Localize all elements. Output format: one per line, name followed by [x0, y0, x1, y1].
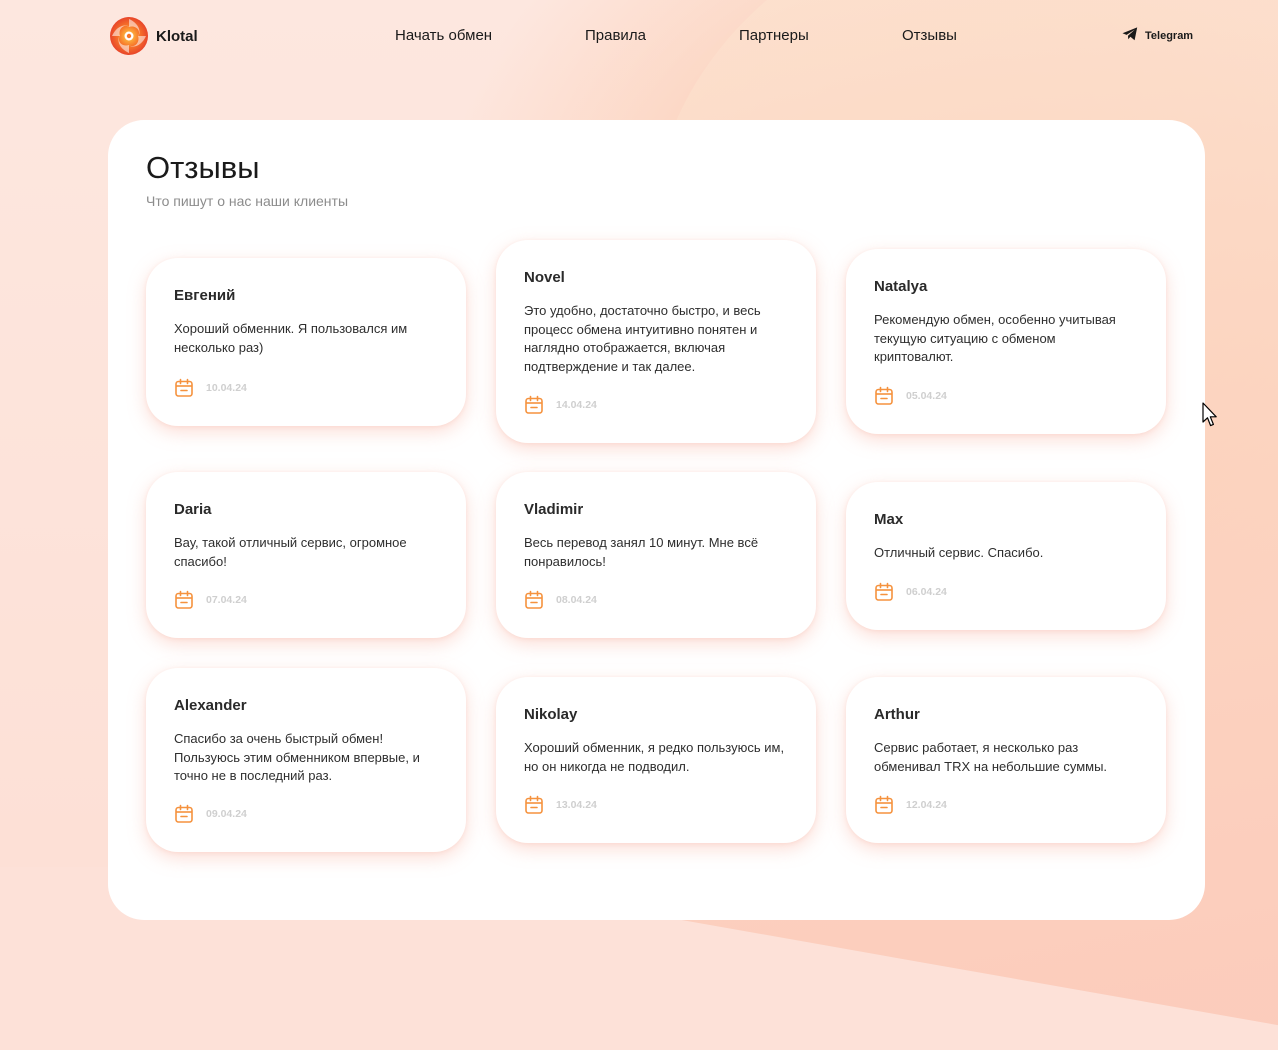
page-title: Отзывы	[146, 150, 260, 185]
review-card: Novel Это удобно, достаточно быстро, и ве…	[496, 240, 816, 443]
review-author: Евгений	[174, 287, 236, 304]
review-text: Спасибо за очень быстрый обмен! Пользуюс…	[174, 731, 420, 783]
review-card: Natalya Рекомендую обмен, особенно учитыв…	[846, 249, 1166, 434]
review-text: Рекомендую обмен, особенно учитывая теку…	[874, 312, 1116, 364]
review-author: Natalya	[874, 278, 928, 295]
review-text: Вау, такой отличный сервис, огромное спа…	[174, 535, 407, 569]
review-card: Nikolay Хороший обменник, я редко пользую…	[496, 677, 816, 843]
brand-logo[interactable]: Klotal	[108, 15, 198, 57]
calendar-icon	[174, 804, 194, 824]
review-date-value: 08.04.24	[556, 594, 597, 606]
review-date: 05.04.24	[874, 386, 947, 406]
nav-item-partners[interactable]: Партнеры	[739, 27, 809, 44]
telegram-link[interactable]: Telegram	[1122, 27, 1193, 44]
review-date: 06.04.24	[874, 582, 947, 602]
mouse-cursor-icon	[1202, 402, 1218, 433]
review-text: Весь перевод занял 10 минут. Мне всё пон…	[524, 535, 759, 569]
review-author: Novel	[524, 269, 565, 286]
calendar-icon	[174, 378, 194, 398]
review-date-value: 12.04.24	[906, 799, 947, 811]
flame-swirl-logo-icon	[108, 15, 150, 57]
telegram-label: Telegram	[1145, 29, 1194, 42]
review-date-value: 05.04.24	[906, 390, 947, 402]
review-author: Daria	[174, 501, 212, 518]
review-date: 09.04.24	[174, 804, 247, 824]
review-date-value: 10.04.24	[206, 382, 247, 394]
calendar-icon	[524, 395, 544, 415]
review-date-value: 07.04.24	[206, 594, 247, 606]
review-text: Отличный сервис. Спасибо.	[874, 545, 1044, 560]
nav-item-rules[interactable]: Правила	[585, 27, 646, 44]
page-subtitle: Что пишут о нас наши клиенты	[146, 193, 349, 209]
review-date: 08.04.24	[524, 590, 597, 610]
calendar-icon	[874, 795, 894, 815]
review-date: 10.04.24	[174, 378, 247, 398]
review-text: Сервис работает, я несколько раз обменив…	[874, 740, 1108, 774]
review-author: Arthur	[874, 706, 920, 723]
brand-name: Klotal	[156, 27, 198, 45]
review-author: Max	[874, 511, 904, 528]
review-card: Arthur Сервис работает, я несколько раз о…	[846, 677, 1166, 843]
review-date: 13.04.24	[524, 795, 597, 815]
calendar-icon	[874, 582, 894, 602]
nav-item-start-exchange[interactable]: Начать обмен	[395, 27, 492, 44]
nav-item-reviews[interactable]: Отзывы	[902, 27, 957, 44]
review-author: Alexander	[174, 697, 247, 714]
review-date: 14.04.24	[524, 395, 597, 415]
review-date-value: 14.04.24	[556, 399, 597, 411]
review-text: Хороший обменник, я редко пользуюсь им, …	[524, 740, 785, 774]
review-date: 07.04.24	[174, 590, 247, 610]
review-card: Евгений Хороший обменник. Я пользовался и…	[146, 258, 466, 426]
review-card: Max Отличный сервис. Спасибо. 06.04.24	[846, 482, 1166, 630]
calendar-icon	[524, 795, 544, 815]
review-author: Vladimir	[524, 501, 584, 518]
calendar-icon	[874, 386, 894, 406]
review-date-value: 09.04.24	[206, 808, 247, 820]
site-header: Klotal Начать обмен Правила Партнеры Отз…	[0, 0, 1278, 72]
calendar-icon	[174, 590, 194, 610]
reviews-panel: Отзывы Что пишут о нас наши клиенты Евге…	[108, 120, 1205, 920]
paper-plane-icon	[1122, 27, 1138, 44]
review-date-value: 06.04.24	[906, 586, 947, 598]
calendar-icon	[524, 590, 544, 610]
review-card: Daria Вау, такой отличный сервис, огромно…	[146, 472, 466, 638]
review-text: Хороший обменник. Я пользовался им неско…	[174, 321, 408, 355]
review-card: Alexander Спасибо за очень быстрый обмен!…	[146, 668, 466, 852]
review-author: Nikolay	[524, 706, 578, 723]
review-text: Это удобно, достаточно быстро, и весь пр…	[524, 303, 761, 374]
review-date-value: 13.04.24	[556, 799, 597, 811]
review-card: Vladimir Весь перевод занял 10 минут. Мне…	[496, 472, 816, 638]
review-date: 12.04.24	[874, 795, 947, 815]
